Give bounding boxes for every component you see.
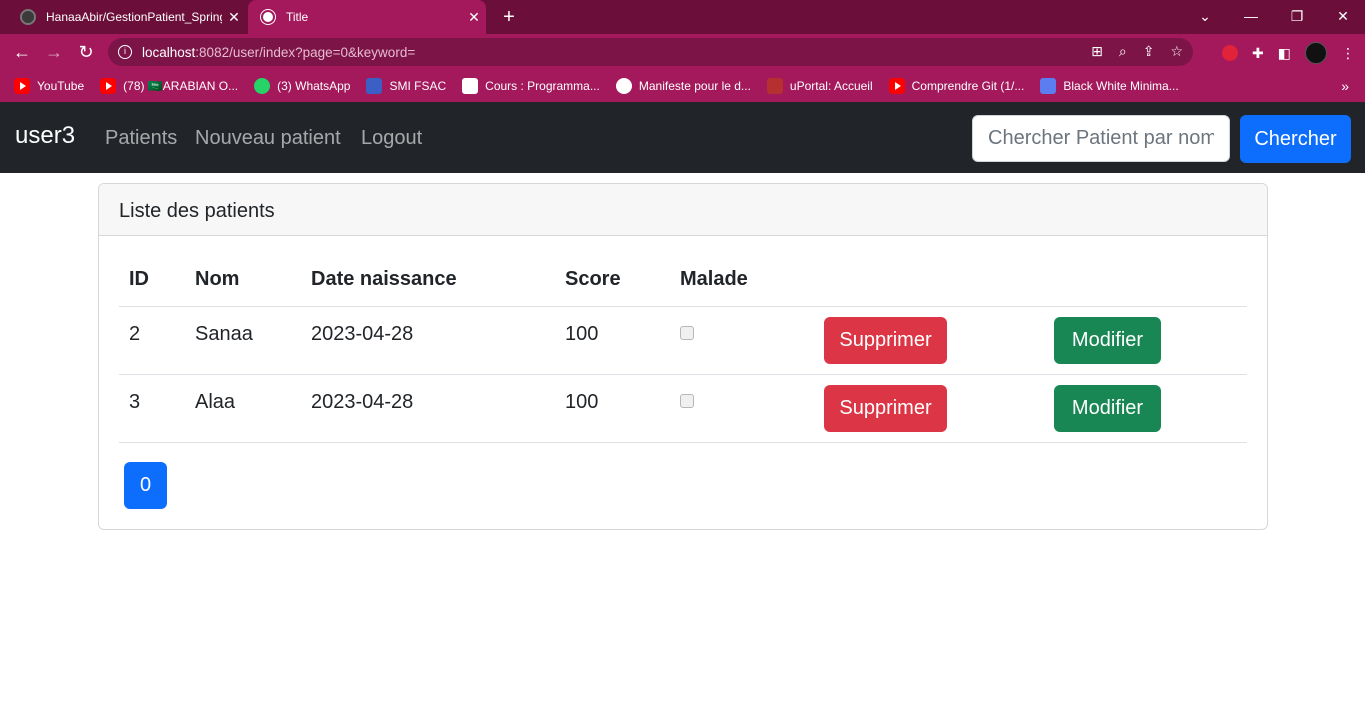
youtube-icon [100,78,117,94]
address-bar[interactable]: i localhost:8082/user/index?page=0&keywo… [108,38,1193,66]
url-path: :8082/user/index?page=0&keyword= [195,44,416,60]
smi-icon [366,78,383,94]
back-icon[interactable]: ← [10,40,34,64]
tab-title: HanaaAbir/GestionPatient_Spring [46,10,222,24]
browser-toolbar: ← → ↻ i localhost:8082/user/index?page=0… [0,34,1365,70]
translate-icon[interactable]: ⊞ [1091,43,1103,60]
reload-icon[interactable]: ↻ [74,40,98,64]
bookmarks-bar: YouTube (78) 🇸🇦ARABIAN O... (3) WhatsApp… [0,70,1365,102]
bookmark-item[interactable]: Comprendre Git (1/... [888,78,1025,94]
cell-delete: Supprimer [814,305,1044,374]
cell-id: 3 [119,373,185,443]
bookmark-label: YouTube [37,79,85,93]
globe-icon [615,78,632,94]
bookmark-star-icon[interactable]: ☆ [1170,43,1183,60]
adblock-icon[interactable] [1222,45,1239,61]
bookmark-item[interactable]: SMI FSAC [366,78,446,94]
card-header: Liste des patients [99,184,1267,236]
column-header-score: Score [555,254,670,307]
bookmark-label: Cours : Programma... [485,79,600,93]
cours-icon [462,78,479,94]
youtube-icon [14,78,30,94]
cell-delete: Supprimer [814,373,1044,443]
bookmark-label: (78) 🇸🇦ARABIAN O... [123,79,239,93]
browser-tab-active[interactable]: Title ✕ [248,0,486,34]
menu-icon[interactable]: ⋮ [1341,45,1355,62]
uportal-icon [766,78,783,94]
bookmark-item[interactable]: (3) WhatsApp [254,78,350,94]
nav-link-patients[interactable]: Patients [105,127,177,150]
site-info-icon[interactable]: i [118,45,132,59]
cell-id: 2 [119,305,185,374]
cell-date: 2023-04-28 [301,305,555,374]
bookmark-label: uPortal: Accueil [789,79,873,93]
cell-nom: Alaa [185,373,301,443]
bookmark-item[interactable]: Cours : Programma... [462,78,600,94]
search-button[interactable]: Chercher [1240,115,1351,163]
pagination-button[interactable]: 0 [124,462,167,509]
bookmark-item[interactable]: YouTube [14,78,84,94]
github-icon [20,9,36,25]
bookmark-item[interactable]: Black White Minima... [1040,78,1179,94]
nav-link-logout[interactable]: Logout [361,127,422,150]
cell-malade [670,373,814,443]
patients-card: Liste des patients ID Nom Date naissance… [98,183,1268,530]
close-tab-icon[interactable]: ✕ [462,9,486,26]
forward-icon[interactable]: → [42,40,66,64]
canva-icon [1040,78,1057,94]
column-header-id: ID [119,254,185,307]
side-panel-icon[interactable]: ◧ [1278,45,1291,62]
bookmark-label: Comprendre Git (1/... [911,79,1025,93]
close-window-icon[interactable]: ✕ [1328,4,1358,28]
malade-checkbox[interactable] [680,325,694,340]
column-header-malade: Malade [670,254,814,307]
whatsapp-icon [254,78,271,94]
column-header-date: Date naissance [301,254,555,307]
delete-button[interactable]: Supprimer [824,316,947,364]
close-tab-icon[interactable]: ✕ [222,9,246,26]
table-row: 3 Alaa 2023-04-28 100 Supprimer Modifier [119,373,1247,443]
patients-table: ID Nom Date naissance Score Malade 2 San… [119,254,1247,443]
cell-score: 100 [555,373,670,443]
browser-tab-github[interactable]: HanaaAbir/GestionPatient_Spring ✕ [10,0,246,34]
globe-icon [260,9,276,25]
table-header-row: ID Nom Date naissance Score Malade [119,254,1247,307]
browser-tabstrip: HanaaAbir/GestionPatient_Spring ✕ Title … [0,0,1365,34]
malade-checkbox[interactable] [680,393,694,408]
cell-nom: Sanaa [185,305,301,374]
tab-title: Title [286,10,309,24]
navbar-brand[interactable]: user3 [15,122,75,150]
extensions-icon[interactable]: ✚ [1252,45,1264,62]
cell-score: 100 [555,305,670,374]
bookmark-label: Manifeste pour le d... [638,79,751,93]
url-host: localhost [142,44,196,60]
bookmark-label: Black White Minima... [1063,79,1179,93]
profile-avatar[interactable] [1305,42,1327,64]
table-row: 2 Sanaa 2023-04-28 100 Supprimer Modifie… [119,305,1247,374]
bookmark-label: SMI FSAC [389,79,447,93]
more-bookmarks-icon[interactable]: » [1341,78,1349,94]
cell-edit: Modifier [1044,373,1247,443]
bookmark-item[interactable]: Manifeste pour le d... [615,78,751,94]
bookmark-item[interactable]: uPortal: Accueil [766,78,873,94]
cell-malade [670,305,814,374]
share-icon[interactable]: ⇪ [1143,43,1155,60]
bookmark-label: (3) WhatsApp [277,79,351,93]
delete-button[interactable]: Supprimer [824,384,947,432]
column-header-nom: Nom [185,254,301,307]
cell-edit: Modifier [1044,305,1247,374]
edit-button[interactable]: Modifier [1054,316,1161,364]
edit-button[interactable]: Modifier [1054,384,1161,432]
zoom-icon[interactable]: ⌕ [1119,43,1127,60]
new-tab-icon[interactable]: + [498,6,520,28]
youtube-icon [888,78,905,94]
cell-date: 2023-04-28 [301,373,555,443]
bookmark-item[interactable]: (78) 🇸🇦ARABIAN O... [100,78,238,94]
nav-link-new-patient[interactable]: Nouveau patient [195,127,341,150]
app-navbar: user3 Patients Nouveau patient Logout Ch… [0,102,1365,173]
restore-icon[interactable]: ❐ [1282,4,1312,28]
search-input[interactable] [972,115,1230,162]
minimize-icon[interactable]: — [1236,4,1266,28]
tab-search-icon[interactable]: ⌄ [1190,4,1220,28]
